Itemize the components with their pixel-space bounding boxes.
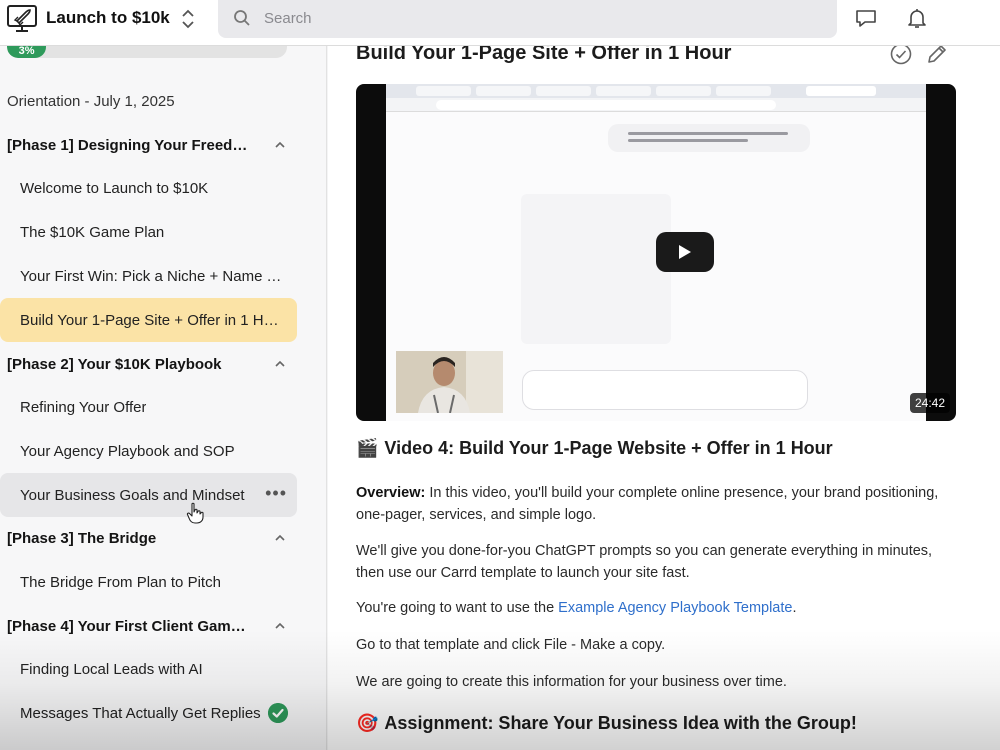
lesson-title: Build Your 1-Page Site + Offer in 1 Hour <box>356 46 732 64</box>
lesson-label: Build Your 1-Page Site + Offer in 1 Hour <box>20 311 285 329</box>
lesson-item[interactable]: Your First Win: Pick a Niche + Name Yo..… <box>0 254 297 298</box>
pencil-icon[interactable] <box>925 46 949 66</box>
chevron-up-icon[interactable] <box>273 531 287 545</box>
template-link[interactable]: Example Agency Playbook Template <box>558 600 792 616</box>
overview-paragraph: Overview: In this video, you'll build yo… <box>356 482 956 526</box>
prompts-paragraph: We'll give you done-for-you ChatGPT prom… <box>356 543 933 581</box>
template-paragraph: You're going to want to use the Example … <box>356 597 956 619</box>
assignment-heading: 🎯 Assignment: Share Your Business Idea w… <box>356 713 857 734</box>
target-icon: 🎯 <box>356 713 379 733</box>
lesson-item[interactable]: Your Agency Playbook and SOP <box>0 429 297 473</box>
video-heading-text: Video 4: Build Your 1-Page Website + Off… <box>384 438 833 458</box>
lesson-item-hovered[interactable]: Your Business Goals and Mindset ••• <box>0 473 297 517</box>
lesson-label: Welcome to Launch to $10K <box>20 179 209 197</box>
lesson-label: Your Business Goals and Mindset <box>20 486 245 504</box>
video-frame <box>386 84 926 421</box>
lesson-label: Your First Win: Pick a Niche + Name Yo..… <box>20 267 285 285</box>
lesson-label: The Bridge From Plan to Pitch <box>20 573 221 591</box>
create-info-paragraph: We are going to create this information … <box>356 674 787 690</box>
webcam-thumbnail <box>396 351 503 413</box>
lesson-item[interactable]: Refining Your Offer <box>0 385 297 429</box>
video-browser-tabs <box>386 84 926 98</box>
phase-title: [Phase 3] The Bridge <box>7 529 157 547</box>
video-heading: 🎬 Video 4: Build Your 1-Page Website + O… <box>356 438 833 459</box>
copy-instruction-paragraph: Go to that template and click File - Mak… <box>356 637 666 653</box>
lesson-label: Messages That Actually Get Replies <box>20 704 261 722</box>
phase-1-header[interactable]: [Phase 1] Designing Your Freedom ... <box>0 123 297 167</box>
sidebar-item-label: Orientation - July 1, 2025 <box>7 92 175 110</box>
clapperboard-icon: 🎬 <box>356 438 379 458</box>
template-period: . <box>792 600 797 616</box>
chevron-up-icon[interactable] <box>273 138 287 152</box>
search-icon <box>234 10 250 26</box>
more-options-icon[interactable]: ••• <box>265 483 287 503</box>
search-bar[interactable] <box>218 0 837 38</box>
lesson-item[interactable]: The $10K Game Plan <box>0 210 297 254</box>
lesson-item[interactable]: Welcome to Launch to $10K <box>0 166 297 210</box>
progress-label: 3% <box>7 46 47 58</box>
course-progress-bar: 3% <box>7 46 287 58</box>
chevron-updown-icon[interactable] <box>180 8 196 30</box>
phase-title: [Phase 2] Your $10K Playbook <box>7 355 222 373</box>
check-circle-outline-icon[interactable] <box>889 46 913 66</box>
lesson-label: Refining Your Offer <box>20 398 147 416</box>
assignment-heading-text: Assignment: Share Your Business Idea wit… <box>384 713 857 733</box>
phase-2-header[interactable]: [Phase 2] Your $10K Playbook <box>0 342 297 386</box>
lesson-label: The $10K Game Plan <box>20 223 165 241</box>
video-chat-input <box>522 370 808 410</box>
lesson-item-completed[interactable]: Messages That Actually Get Replies <box>0 691 297 735</box>
lesson-item[interactable]: The Bridge From Plan to Pitch <box>0 560 297 604</box>
chevron-up-icon[interactable] <box>273 357 287 371</box>
overview-text: In this video, you'll build your complet… <box>356 485 939 523</box>
lesson-item[interactable]: Finding Local Leads with AI <box>0 647 297 691</box>
overview-label: Overview: <box>356 485 426 501</box>
chevron-up-icon[interactable] <box>273 619 287 633</box>
app-title[interactable]: Launch to $10k <box>46 8 170 28</box>
video-chat-panel <box>521 194 671 344</box>
phase-3-header[interactable]: [Phase 3] The Bridge <box>0 516 297 560</box>
sidebar-item-orientation[interactable]: Orientation - July 1, 2025 <box>0 79 297 123</box>
phase-title: [Phase 1] Designing Your Freedom ... <box>7 136 251 154</box>
search-input[interactable] <box>264 0 804 36</box>
lesson-label: Your Agency Playbook and SOP <box>20 442 235 460</box>
template-text: You're going to want to use the <box>356 600 559 616</box>
hand-cursor-icon <box>186 502 204 524</box>
video-player[interactable]: 24:42 <box>356 84 956 421</box>
lesson-label: Finding Local Leads with AI <box>20 660 203 678</box>
lesson-item-active[interactable]: Build Your 1-Page Site + Offer in 1 Hour <box>0 298 297 342</box>
lesson-content: Build Your 1-Page Site + Offer in 1 Hour <box>328 46 1000 750</box>
video-duration: 24:42 <box>909 393 950 413</box>
play-button[interactable] <box>656 232 714 272</box>
course-sidebar: 3% Orientation - July 1, 2025 [Phase 1] … <box>0 46 327 750</box>
chat-icon[interactable] <box>854 6 878 30</box>
bell-icon[interactable] <box>905 6 929 30</box>
phase-title: [Phase 4] Your First Client Game Plan <box>7 617 251 635</box>
phase-4-header[interactable]: [Phase 4] Your First Client Game Plan <box>0 604 297 648</box>
rocket-monitor-icon[interactable] <box>6 3 38 35</box>
top-bar: Launch to $10k <box>0 0 1000 46</box>
video-browser-url <box>386 98 926 112</box>
video-chat-bubble <box>608 124 810 152</box>
check-circle-icon <box>268 703 288 723</box>
